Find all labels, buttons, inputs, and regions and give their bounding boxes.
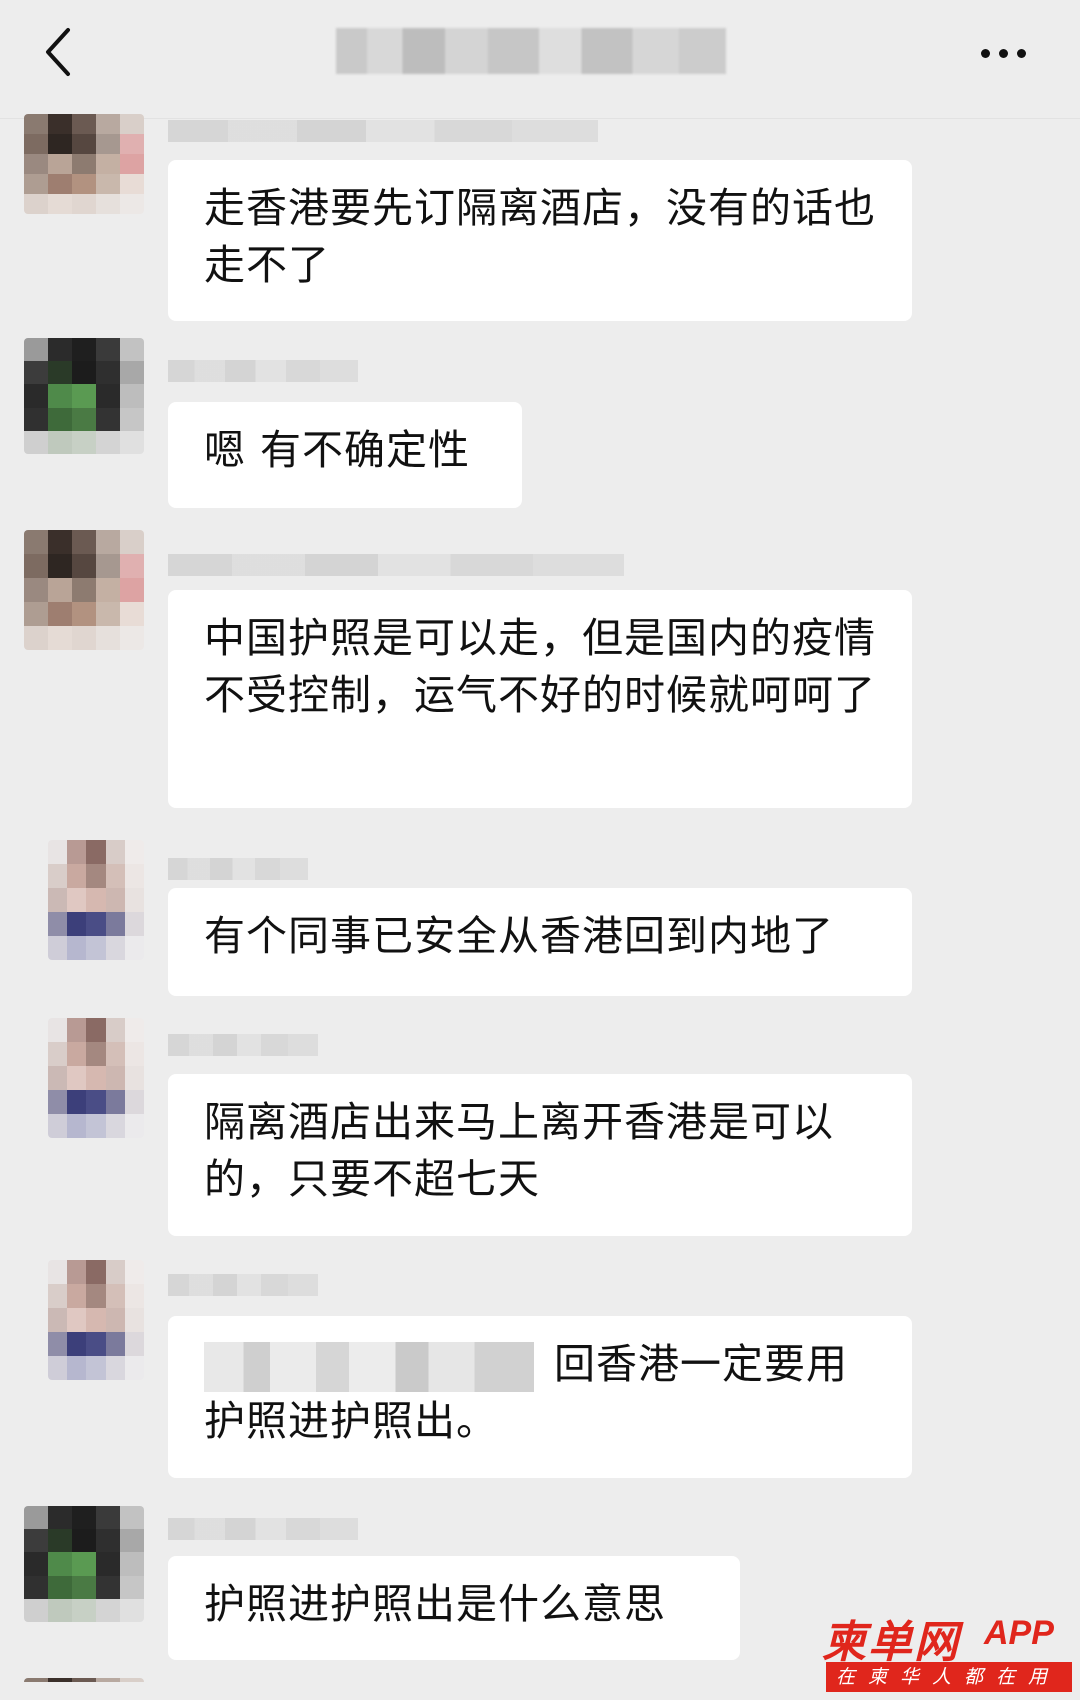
watermark: 柬单网 APP 在柬华人都在用 xyxy=(822,1606,1072,1696)
message-text: 中国护照是可以走，但是国内的疫情不受控制，运气不好的时候就呵呵了 xyxy=(204,614,876,719)
avatar[interactable] xyxy=(24,1506,144,1622)
sender-name-blurred xyxy=(168,1274,318,1296)
message-bubble[interactable]: 回香港一定要用护照进护照出。 xyxy=(168,1316,912,1478)
sender-name-blurred xyxy=(168,554,624,576)
sender-name-blurred xyxy=(168,360,358,382)
avatar[interactable] xyxy=(48,1018,144,1138)
sender-name-blurred xyxy=(168,1034,318,1056)
message-text: 嗯 有不确定性 xyxy=(204,426,471,474)
message-text: 走香港要先订隔离酒店，没有的话也走不了 xyxy=(204,184,876,289)
message-text: 护照进护照出是什么意思 xyxy=(204,1580,666,1628)
avatar[interactable] xyxy=(24,114,144,214)
message-bubble[interactable]: 隔离酒店出来马上离开香港是可以的，只要不超七天 xyxy=(168,1074,912,1236)
sender-name-blurred xyxy=(168,858,308,880)
watermark-logo: 柬单网 xyxy=(822,1617,960,1668)
more-options-button[interactable] xyxy=(970,30,1036,76)
chat-header xyxy=(0,0,1080,119)
message-bubble[interactable]: 护照进护照出是什么意思 xyxy=(168,1556,740,1660)
message-text: 有个同事已安全从香港回到内地了 xyxy=(204,912,834,960)
chevron-left-icon xyxy=(46,28,70,76)
avatar xyxy=(24,1678,144,1700)
message-bubble[interactable]: 中国护照是可以走，但是国内的疫情不受控制，运气不好的时候就呵呵了 xyxy=(168,590,912,808)
watermark-slogan: 在柬华人都在用 xyxy=(826,1662,1072,1692)
message-bubble[interactable]: 有个同事已安全从香港回到内地了 xyxy=(168,888,912,996)
avatar[interactable] xyxy=(24,338,144,454)
avatar[interactable] xyxy=(48,1260,144,1380)
message-bubble[interactable]: 嗯 有不确定性 xyxy=(168,402,522,508)
message-text: 隔离酒店出来马上离开香港是可以的，只要不超七天 xyxy=(204,1098,834,1203)
watermark-app-label: APP xyxy=(984,1614,1054,1652)
avatar[interactable] xyxy=(48,840,144,960)
sender-name-blurred xyxy=(168,1518,358,1540)
message-bubble[interactable]: 走香港要先订隔离酒店，没有的话也走不了 xyxy=(168,160,912,321)
sender-name-blurred xyxy=(168,120,598,142)
avatar[interactable] xyxy=(24,530,144,650)
back-button[interactable] xyxy=(28,22,88,82)
chat-title-blurred xyxy=(336,28,726,74)
mention-blurred xyxy=(204,1342,534,1392)
more-dots-icon xyxy=(980,48,1026,58)
